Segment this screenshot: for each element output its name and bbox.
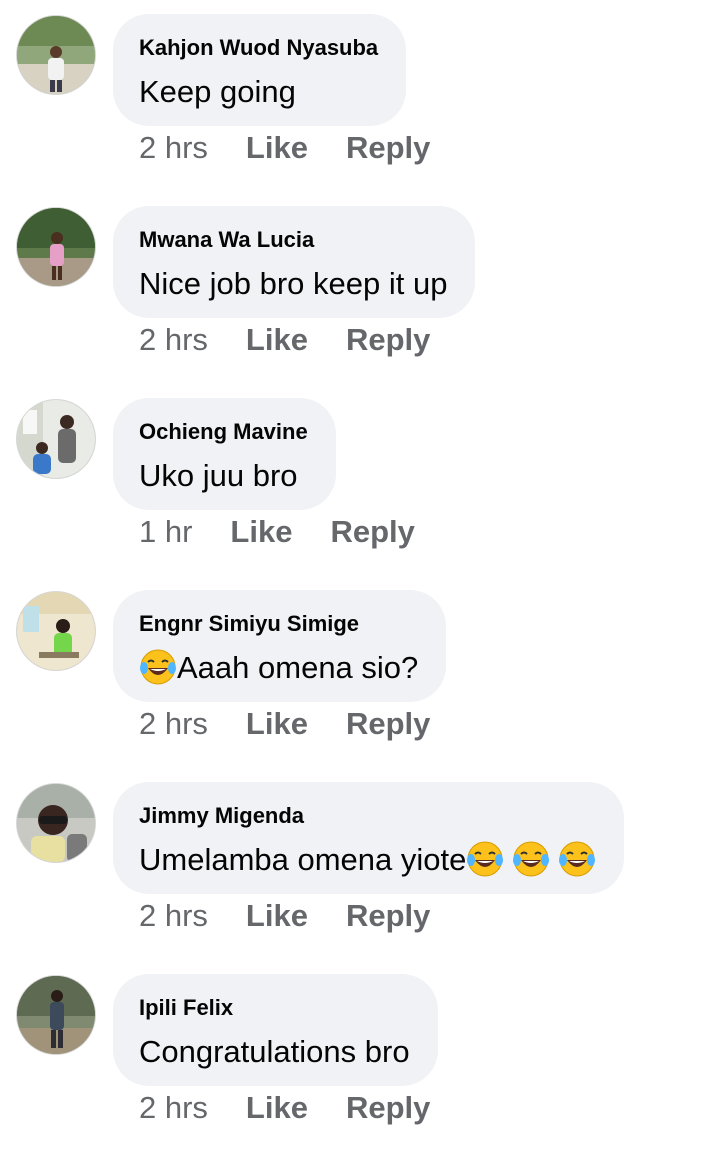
comment-author[interactable]: Kahjon Wuod Nyasuba	[139, 32, 378, 64]
comment-author[interactable]: Ochieng Mavine	[139, 416, 308, 448]
avatar[interactable]	[17, 976, 95, 1054]
like-button[interactable]: Like	[246, 322, 308, 357]
comment-item: Jimmy Migenda Umelamba omena yiote 2 hrs…	[0, 768, 720, 960]
like-button[interactable]: Like	[246, 130, 308, 165]
comment-actions: 2 hrs Like Reply	[139, 894, 430, 938]
avatar[interactable]	[17, 16, 95, 94]
reply-button[interactable]: Reply	[346, 706, 430, 741]
profile-photo-avatar	[17, 784, 95, 862]
comment-author[interactable]: Engnr Simiyu Simige	[139, 608, 418, 640]
avatar[interactable]	[17, 400, 95, 478]
reply-button[interactable]: Reply	[346, 898, 430, 933]
comment-text: Congratulations bro	[139, 1034, 410, 1069]
comment-item: Mwana Wa Lucia Nice job bro keep it up 2…	[0, 192, 720, 384]
profile-photo-avatar	[17, 16, 95, 94]
reply-button[interactable]: Reply	[346, 322, 430, 357]
avatar[interactable]	[17, 784, 95, 862]
comment-bubble: Kahjon Wuod Nyasuba Keep going	[113, 14, 407, 126]
comment-list: Kahjon Wuod Nyasuba Keep going 2 hrs Like…	[0, 0, 720, 1148]
like-button[interactable]: Like	[230, 514, 292, 549]
comment-item: Engnr Simiyu Simige Aaah omena sio? 2 hr…	[0, 576, 720, 768]
comment-actions: 2 hrs Like Reply	[139, 1086, 430, 1130]
comment-bubble: Mwana Wa Lucia Nice job bro keep it up	[113, 206, 476, 318]
profile-photo-avatar	[17, 976, 95, 1054]
reply-button[interactable]: Reply	[346, 1090, 430, 1125]
comment-bubble: Engnr Simiyu Simige Aaah omena sio?	[113, 590, 447, 702]
like-button[interactable]: Like	[246, 1090, 308, 1125]
comment-timestamp[interactable]: 2 hrs	[139, 706, 208, 741]
comment-text: Keep going	[139, 74, 296, 109]
comment-author[interactable]: Mwana Wa Lucia	[139, 224, 447, 256]
face-with-tears-of-joy-icon	[466, 840, 504, 878]
comment-text: Nice job bro keep it up	[139, 266, 448, 301]
comment-item: Ochieng Mavine Uko juu bro 1 hr Like Reply	[0, 384, 720, 576]
like-button[interactable]: Like	[246, 898, 308, 933]
reply-button[interactable]: Reply	[330, 514, 414, 549]
comment-actions: 2 hrs Like Reply	[139, 318, 430, 362]
comment-timestamp[interactable]: 2 hrs	[139, 1090, 208, 1125]
comment-text: Uko juu bro	[139, 458, 298, 493]
profile-photo-avatar	[17, 592, 95, 670]
comment-text: Umelamba omena yiote	[139, 840, 596, 880]
comment-item: Kahjon Wuod Nyasuba Keep going 2 hrs Like…	[0, 0, 720, 192]
comment-bubble: Ipili Felix Congratulations bro	[113, 974, 438, 1086]
comment-author[interactable]: Jimmy Migenda	[139, 800, 596, 832]
comment-item: Ipili Felix Congratulations bro 2 hrs Lik…	[0, 960, 720, 1152]
comment-actions: 2 hrs Like Reply	[139, 126, 430, 170]
comment-timestamp[interactable]: 2 hrs	[139, 322, 208, 357]
comment-author[interactable]: Ipili Felix	[139, 992, 410, 1024]
profile-photo-avatar	[17, 400, 95, 478]
reply-button[interactable]: Reply	[346, 130, 430, 165]
face-with-tears-of-joy-icon	[512, 840, 550, 878]
face-with-tears-of-joy-icon	[139, 648, 177, 686]
comment-actions: 1 hr Like Reply	[139, 510, 415, 554]
comment-text: Aaah omena sio?	[139, 648, 418, 688]
comment-timestamp[interactable]: 1 hr	[139, 514, 192, 549]
comment-timestamp[interactable]: 2 hrs	[139, 130, 208, 165]
comment-timestamp[interactable]: 2 hrs	[139, 898, 208, 933]
comment-actions: 2 hrs Like Reply	[139, 702, 430, 746]
avatar[interactable]	[17, 592, 95, 670]
avatar[interactable]	[17, 208, 95, 286]
profile-photo-avatar	[17, 208, 95, 286]
like-button[interactable]: Like	[246, 706, 308, 741]
comment-bubble: Jimmy Migenda Umelamba omena yiote	[113, 782, 625, 894]
face-with-tears-of-joy-icon	[558, 840, 596, 878]
comment-bubble: Ochieng Mavine Uko juu bro	[113, 398, 336, 510]
